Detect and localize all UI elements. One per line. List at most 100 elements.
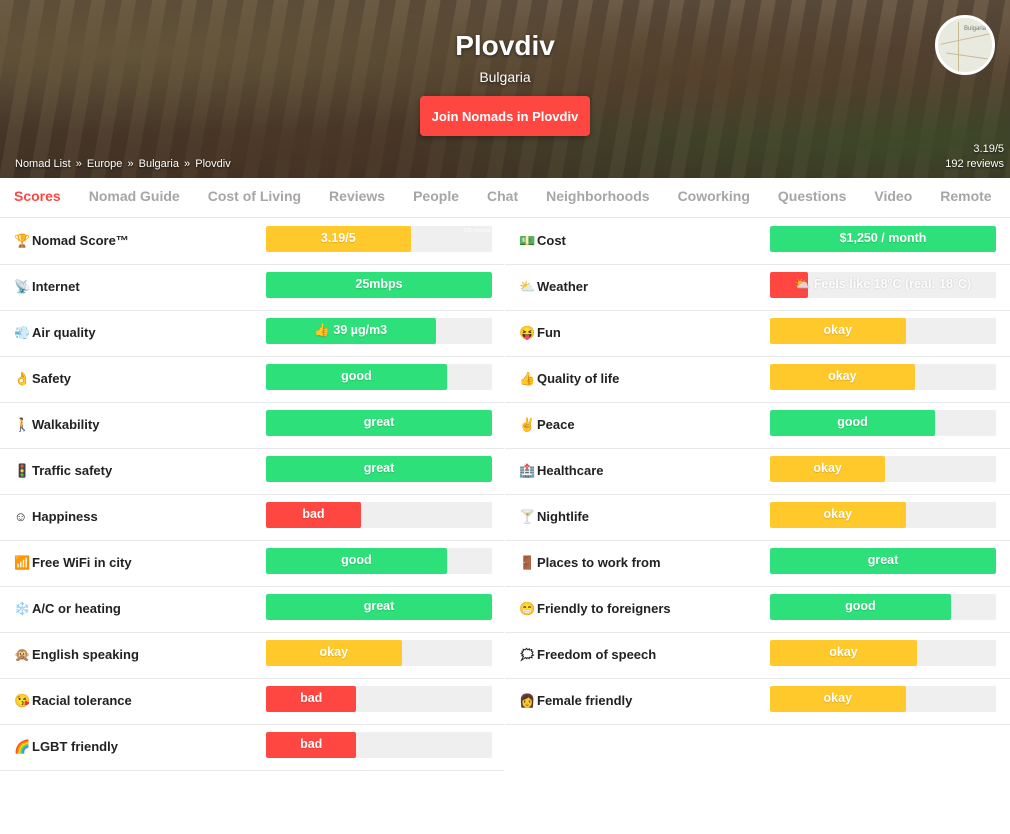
- score-label-text: Racial tolerance: [32, 693, 132, 708]
- woman-icon: 👩: [519, 693, 536, 708]
- satellite-icon: 📡: [14, 279, 31, 294]
- score-value: good: [341, 553, 372, 567]
- score-value: good: [837, 415, 868, 429]
- breadcrumb-item-bulgaria[interactable]: Bulgaria: [139, 158, 179, 170]
- smile-icon: ☺: [14, 509, 28, 524]
- score-row[interactable]: 📡 Internet 25mbps: [0, 265, 504, 311]
- city-title: Plovdiv: [455, 30, 555, 61]
- score-label-text: Happiness: [32, 509, 98, 524]
- score-label-text: Freedom of speech: [537, 647, 657, 662]
- score-value: great: [363, 415, 395, 429]
- score-value: $1,250 / month: [839, 231, 927, 245]
- snowflake-icon: ❄️: [14, 601, 31, 616]
- trophy-icon: 🏆: [14, 233, 31, 248]
- score-value: great: [867, 553, 899, 567]
- score-label-text: Friendly to foreigners: [537, 601, 671, 616]
- score-row[interactable]: ☺ Happiness bad: [0, 495, 504, 541]
- breadcrumb-item-plovdiv[interactable]: Plovdiv: [195, 158, 230, 170]
- score-label-text: Female friendly: [537, 693, 633, 708]
- score-row[interactable]: 😁 Friendly to foreigners good: [505, 587, 1010, 633]
- tab-scores[interactable]: Scores: [0, 178, 75, 217]
- score-row[interactable]: ⛅ Weather ⛅ Feels like 18°C (real: 18°C): [505, 265, 1010, 311]
- map-thumbnail[interactable]: Bulgaria: [935, 15, 995, 75]
- score-label: 📡 Internet: [14, 279, 80, 295]
- door-icon: 🚪: [519, 555, 536, 570]
- score-row[interactable]: 👩 Female friendly okay: [505, 679, 1010, 725]
- score-label-text: Internet: [32, 279, 80, 294]
- score-label: 💨 Air quality: [14, 325, 96, 341]
- score-bar: good: [770, 594, 996, 620]
- score-label: ⛅ Weather: [519, 279, 588, 295]
- score-value: okay: [823, 691, 853, 705]
- score-row[interactable]: 👌 Safety good: [0, 357, 504, 403]
- score-label-text: Walkability: [32, 417, 100, 432]
- score-label: ☺ Happiness: [14, 509, 98, 524]
- tab-questions[interactable]: Questions: [764, 178, 860, 217]
- score-bar: great: [266, 410, 492, 436]
- score-value: bad: [300, 737, 323, 751]
- score-row[interactable]: 😝 Fun okay: [505, 311, 1010, 357]
- score-label-text: LGBT friendly: [32, 739, 118, 754]
- score-label-text: Quality of life: [537, 371, 620, 386]
- wifi-signal-icon: 📶: [14, 555, 31, 570]
- score-row[interactable]: ✌️ Peace good: [505, 403, 1010, 449]
- score-value: great: [363, 599, 395, 613]
- score-bar: $1,250 / month: [770, 226, 996, 252]
- tab-cost-of-living[interactable]: Cost of Living: [194, 178, 315, 217]
- score-value: bad: [302, 507, 325, 521]
- score-bar: okay: [770, 364, 996, 390]
- score-label: 💵 Cost: [519, 233, 566, 249]
- breadcrumb-separator: »: [127, 158, 134, 170]
- score-bar: great: [266, 456, 492, 482]
- score-row[interactable]: 🍸 Nightlife okay: [505, 495, 1010, 541]
- tab-remote[interactable]: Remote: [926, 178, 1005, 217]
- score-label: ✌️ Peace: [519, 417, 575, 433]
- score-row[interactable]: 🗯Freedom of speech okay: [505, 633, 1010, 679]
- tab-people[interactable]: People: [399, 178, 473, 217]
- score-row[interactable]: 🚪 Places to work from great: [505, 541, 1010, 587]
- review-count[interactable]: 192 reviews: [945, 157, 1004, 172]
- breadcrumb-item-europe[interactable]: Europe: [87, 158, 122, 170]
- score-row[interactable]: 🌈 LGBT friendly bad: [0, 725, 504, 771]
- ok-hand-icon: 👌: [14, 371, 31, 386]
- wind-icon: 💨: [14, 325, 31, 340]
- tab-nomad-guide[interactable]: Nomad Guide: [75, 178, 194, 217]
- score-row[interactable]: 🚦 Traffic safety great: [0, 449, 504, 495]
- score-bar: good: [770, 410, 996, 436]
- score-row[interactable]: 💵 Cost $1,250 / month: [505, 219, 1010, 265]
- score-value: okay: [319, 645, 349, 659]
- score-row[interactable]: ❄️ A/C or heating great: [0, 587, 504, 633]
- kiss-face-icon: 😘: [14, 693, 31, 708]
- score-bar: 3.19/5 192 reviews: [266, 226, 492, 252]
- breadcrumb-item-nomad-list[interactable]: Nomad List: [15, 158, 71, 170]
- score-bar: okay: [770, 640, 996, 666]
- tab-reviews[interactable]: Reviews: [315, 178, 399, 217]
- tab-coworking[interactable]: Coworking: [664, 178, 764, 217]
- score-bar: okay: [770, 456, 996, 482]
- score-value: okay: [823, 323, 853, 337]
- score-value: good: [341, 369, 372, 383]
- thumbs-up-icon: 👍: [519, 371, 536, 386]
- score-row[interactable]: 😘 Racial tolerance bad: [0, 679, 504, 725]
- score-value: okay: [828, 369, 857, 383]
- score-row[interactable]: 💨 Air quality 👍 39 µg/m3: [0, 311, 504, 357]
- rating-score: 3.19/5: [973, 143, 1004, 155]
- score-row[interactable]: 📶 Free WiFi in city good: [0, 541, 504, 587]
- score-label: 🏥 Healthcare: [519, 463, 603, 479]
- score-bar: bad: [266, 502, 492, 528]
- score-row[interactable]: 👍 Quality of life okay: [505, 357, 1010, 403]
- tab-video[interactable]: Video: [860, 178, 926, 217]
- country-name: Bulgaria: [479, 69, 531, 85]
- score-bar: okay: [770, 318, 996, 344]
- score-row[interactable]: 🙊 English speaking okay: [0, 633, 504, 679]
- score-row[interactable]: 🚶 Walkability great: [0, 403, 504, 449]
- score-bar: great: [266, 594, 492, 620]
- tab-neighborhoods[interactable]: Neighborhoods: [532, 178, 663, 217]
- score-row[interactable]: 🏆 Nomad Score™ 3.19/5 192 reviews: [0, 219, 504, 265]
- score-row[interactable]: 🏥 Healthcare okay: [505, 449, 1010, 495]
- tab-chat[interactable]: Chat: [473, 178, 532, 217]
- score-value: okay: [823, 507, 853, 521]
- score-label-text: Fun: [537, 325, 561, 340]
- join-nomads-button[interactable]: Join Nomads in Plovdiv: [420, 96, 590, 136]
- city-tabs: Scores Nomad Guide Cost of Living Review…: [0, 178, 1010, 218]
